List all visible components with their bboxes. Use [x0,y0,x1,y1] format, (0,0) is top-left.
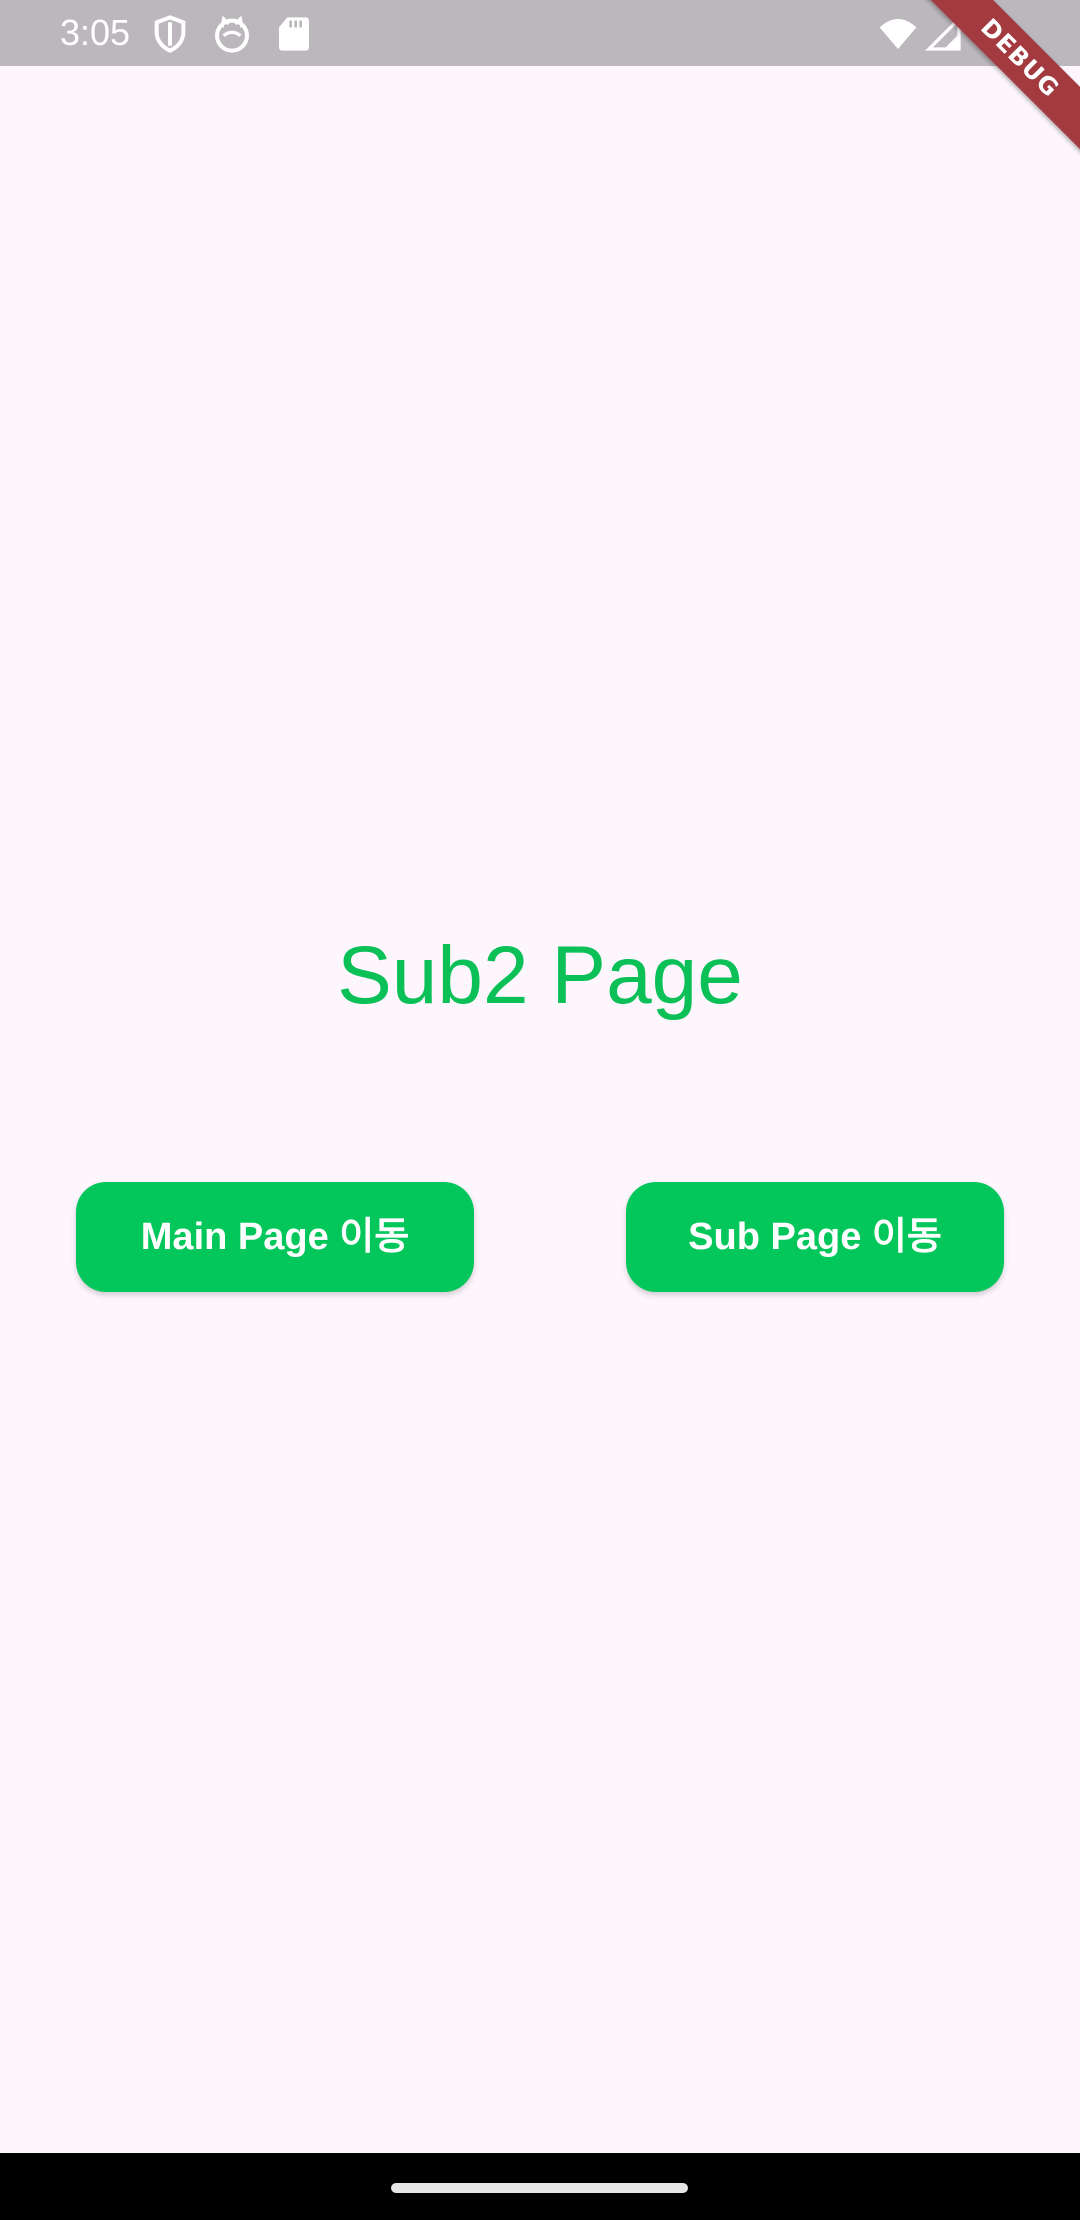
status-bar: 3:05 [0,0,1080,66]
navigation-bar [0,2153,1080,2220]
wifi-icon [878,14,918,54]
sd-card-icon [274,14,314,54]
main-page-button[interactable]: Main Page 이동 [76,1182,474,1292]
home-gesture-handle[interactable] [391,2183,688,2193]
page-content: Sub2 Page Main Page 이동 Sub Page 이동 [0,66,1080,2153]
shield-icon [150,14,190,54]
sub-page-button[interactable]: Sub Page 이동 [626,1182,1004,1292]
cat-icon [212,14,252,54]
page-title: Sub2 Page [337,930,743,1021]
status-time: 3:05 [60,12,131,53]
